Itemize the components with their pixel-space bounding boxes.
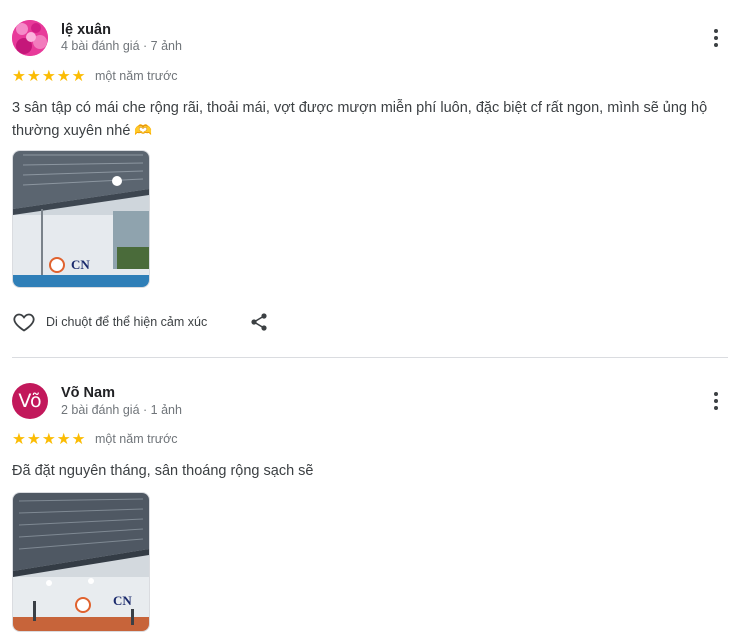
review-card: Võ Võ Nam 2 bài đánh giá · 1 ảnh ★ ★ ★ ★…: [0, 358, 736, 644]
reviewer-name[interactable]: lệ xuân: [61, 22, 111, 38]
review-photo[interactable]: CN: [12, 150, 150, 288]
star-icon: ★: [26, 67, 41, 85]
reviewer-stats: 4 bài đánh giá · 7 ảnh: [61, 39, 182, 53]
star-icon: ★: [12, 67, 26, 85]
star-icon: ★: [12, 430, 26, 448]
star-icon: ★: [56, 430, 71, 448]
share-icon[interactable]: [249, 312, 269, 332]
more-options-icon[interactable]: [706, 26, 726, 50]
rating-stars: ★ ★ ★ ★ ★: [12, 431, 86, 447]
photo-logo-text: CN: [113, 593, 132, 608]
review-time: một năm trước: [95, 69, 178, 83]
review-time: một năm trước: [95, 432, 178, 446]
reviewer-name[interactable]: Võ Nam: [61, 385, 115, 401]
review-text: 3 sân tập có mái che rộng rãi, thoải mái…: [12, 100, 708, 139]
review-text: Đã đặt nguyên tháng, sân thoáng rộng sạc…: [12, 463, 314, 479]
avatar[interactable]: [12, 20, 48, 56]
reviewer-stats: 2 bài đánh giá · 1 ảnh: [61, 403, 182, 417]
star-icon: ★: [41, 430, 56, 448]
avatar-letter: Võ: [18, 390, 42, 412]
star-icon: ★: [56, 67, 71, 85]
rating-stars: ★ ★ ★ ★ ★: [12, 68, 86, 84]
star-icon: ★: [41, 67, 56, 85]
review-card: lệ xuân 4 bài đánh giá · 7 ảnh ★ ★ ★ ★ ★…: [0, 0, 736, 358]
star-icon: ★: [26, 430, 41, 448]
star-icon: ★: [71, 430, 86, 448]
reaction-hint: Di chuột để thể hiện cảm xúc: [46, 315, 208, 329]
star-icon: ★: [71, 67, 86, 85]
review-actions: Di chuột để thể hiện cảm xúc: [12, 310, 272, 334]
more-options-icon[interactable]: [706, 389, 726, 413]
review-photo[interactable]: CN: [12, 492, 150, 632]
photo-logo-text: CN: [71, 257, 90, 272]
avatar[interactable]: Võ: [12, 383, 48, 419]
heart-icon[interactable]: [12, 310, 36, 334]
